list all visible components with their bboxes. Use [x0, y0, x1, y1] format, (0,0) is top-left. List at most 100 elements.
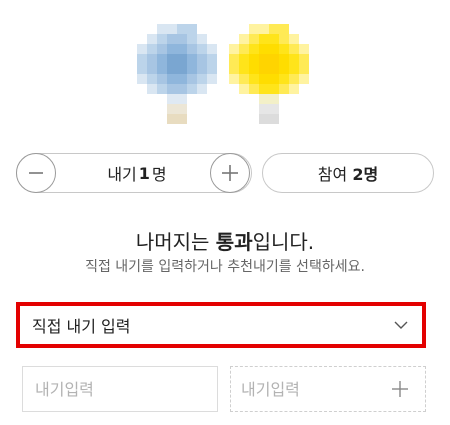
icon-pixel — [229, 64, 239, 74]
icon-pixel — [249, 74, 259, 84]
icon-pixel — [137, 54, 147, 64]
icon-pixel — [177, 64, 187, 74]
icon-pixel — [289, 84, 299, 94]
icon-pixel — [289, 44, 299, 54]
icon-pixel — [157, 54, 167, 64]
icon-pixel — [147, 44, 157, 54]
icon-pixel — [229, 44, 239, 54]
bet-input-2-wrapper — [230, 366, 426, 412]
icon-pixel — [187, 64, 197, 74]
popsicle-yellow-icon — [229, 24, 309, 134]
icon-pixel — [137, 74, 147, 84]
icon-pixel — [229, 54, 239, 64]
icon-pixel — [207, 44, 217, 54]
heading-suffix: 입니다. — [252, 230, 315, 254]
icon-pixel — [177, 24, 187, 34]
icon-pixel — [177, 74, 187, 84]
icon-pixel — [229, 74, 239, 84]
icon-pixel — [249, 44, 259, 54]
icon-pixel — [197, 84, 207, 94]
minus-icon — [29, 172, 43, 174]
icon-pixel — [239, 84, 249, 94]
icon-pixel — [187, 24, 197, 34]
icon-pixel — [239, 34, 249, 44]
icon-pixel — [157, 74, 167, 84]
popsicle-blue-icon — [137, 24, 217, 134]
icon-pixel — [167, 24, 177, 34]
chevron-down-icon — [394, 321, 408, 329]
icon-pixel — [289, 74, 299, 84]
icon-pixel — [239, 74, 249, 84]
icon-pixel — [187, 44, 197, 54]
icon-pixel — [177, 34, 187, 44]
icon-pixel — [279, 34, 289, 44]
decrease-button[interactable] — [16, 153, 56, 193]
icon-pixel — [269, 34, 279, 44]
icon-pixel — [147, 54, 157, 64]
icon-pixel — [259, 24, 269, 34]
icon-pixel — [187, 84, 197, 94]
heading-prefix: 나머지는 — [135, 230, 210, 254]
icon-pixel — [299, 44, 309, 54]
icon-pixel — [197, 34, 207, 44]
bet-type-select[interactable]: 직접 내기 입력 — [16, 302, 426, 348]
icon-pixel — [259, 94, 269, 104]
increase-button[interactable] — [210, 153, 250, 193]
icon-pixel — [279, 74, 289, 84]
icon-pixel — [259, 114, 269, 124]
icon-pixel — [157, 24, 167, 34]
icon-pixel — [269, 44, 279, 54]
icon-pixel — [259, 104, 269, 114]
icon-pixel — [299, 64, 309, 74]
icon-pixel — [269, 24, 279, 34]
join-count-button[interactable]: 참여 2명 — [262, 153, 434, 193]
icon-pixel — [249, 84, 259, 94]
icon-pixel — [167, 34, 177, 44]
icon-pixel — [259, 54, 269, 64]
icon-pixel — [187, 54, 197, 64]
icon-pixel — [279, 44, 289, 54]
icon-pixel — [259, 34, 269, 44]
icon-pixel — [249, 24, 259, 34]
icon-pixel — [259, 74, 269, 84]
icon-pixel — [167, 84, 177, 94]
icon-pixel — [167, 44, 177, 54]
icon-pixel — [239, 64, 249, 74]
stepper-unit: 명 — [151, 165, 167, 184]
icon-pixel — [197, 64, 207, 74]
bet-input-2[interactable] — [231, 367, 391, 411]
icon-pixel — [147, 74, 157, 84]
bet-input-1[interactable] — [22, 366, 218, 412]
plus-icon — [222, 165, 238, 181]
icon-pixel — [207, 54, 217, 64]
icon-pixel — [187, 74, 197, 84]
icon-pixel — [157, 84, 167, 94]
icon-pixel — [167, 94, 177, 104]
icon-pixel — [269, 94, 279, 104]
icon-pixel — [239, 54, 249, 64]
icon-pixel — [289, 54, 299, 64]
icon-pixel — [137, 64, 147, 74]
icon-pixel — [289, 64, 299, 74]
icon-pixel — [279, 84, 289, 94]
icon-pixel — [249, 34, 259, 44]
join-count: 2명 — [352, 165, 379, 184]
icon-pixel — [249, 64, 259, 74]
icon-pixel — [269, 114, 279, 124]
icon-pixel — [137, 44, 147, 54]
icon-pixel — [167, 114, 177, 124]
icon-pixel — [177, 104, 187, 114]
icon-pixel — [299, 54, 309, 64]
icon-pixel — [177, 84, 187, 94]
icon-pixel — [289, 34, 299, 44]
stepper-count: 1 — [138, 163, 150, 183]
icon-pixel — [157, 44, 167, 54]
icon-pixel — [249, 54, 259, 64]
icon-pixel — [259, 64, 269, 74]
icon-pixel — [177, 54, 187, 64]
icon-pixel — [167, 104, 177, 114]
icon-pixel — [269, 74, 279, 84]
icon-pixel — [167, 74, 177, 84]
plus-icon[interactable] — [391, 380, 409, 398]
icon-pixel — [157, 34, 167, 44]
